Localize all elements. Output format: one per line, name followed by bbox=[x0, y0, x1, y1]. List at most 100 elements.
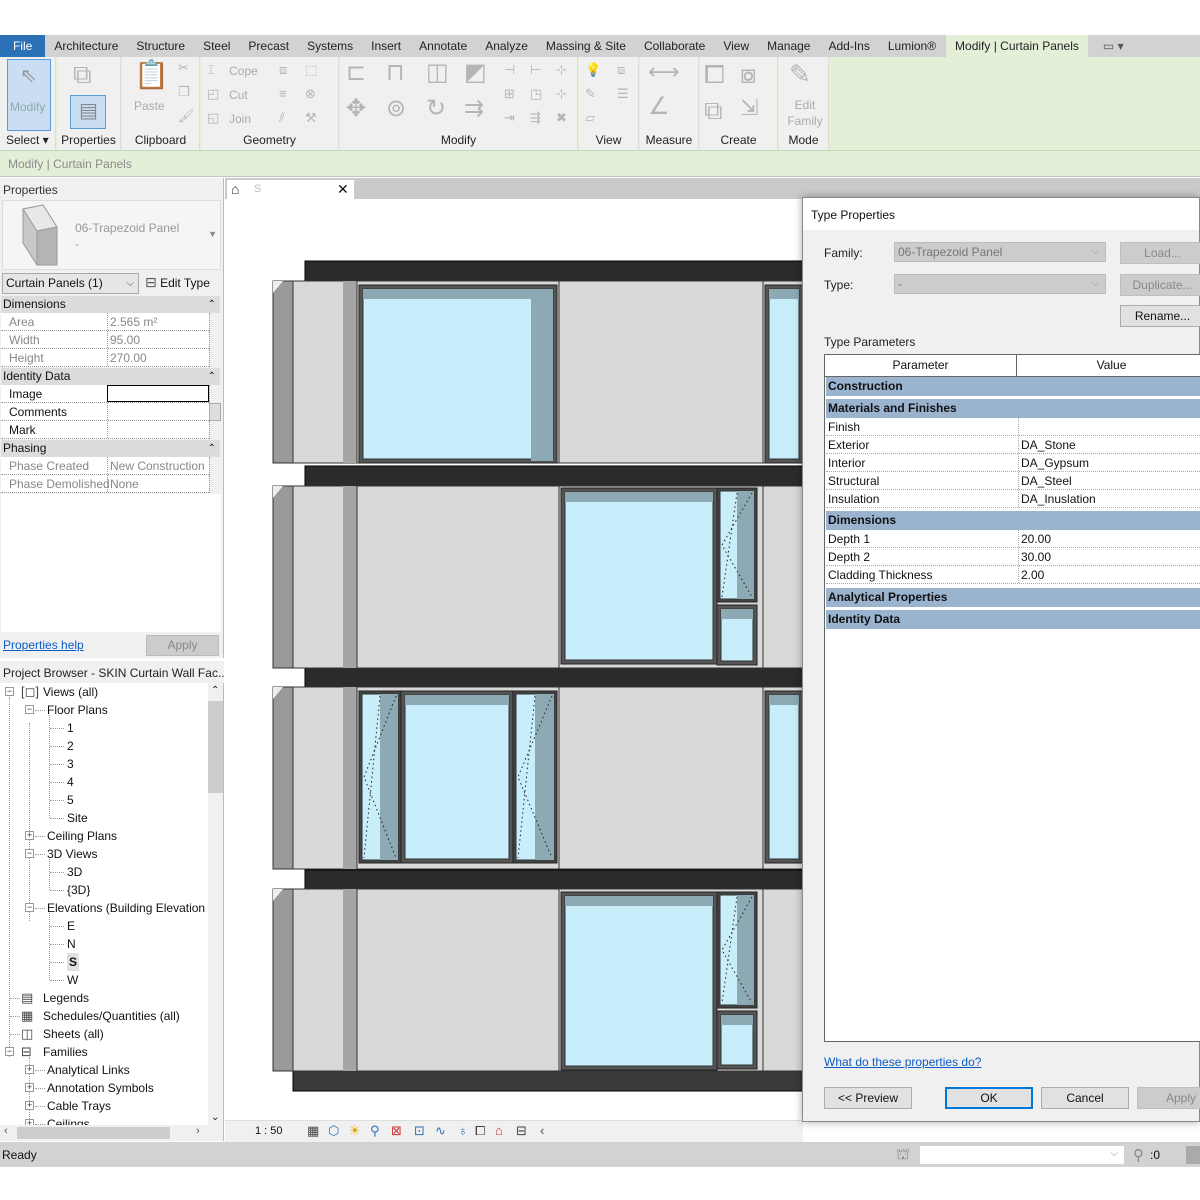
cut-geometry-button[interactable]: Cut bbox=[229, 88, 248, 102]
ribbon-tab-steel[interactable]: Steel bbox=[194, 35, 239, 57]
tree-families[interactable]: Families bbox=[43, 1043, 88, 1061]
temp-hide-icon[interactable]: ♁ bbox=[458, 1123, 468, 1138]
unlocked-3d-icon[interactable]: ∿ bbox=[435, 1123, 446, 1139]
edit-type-button[interactable]: ⊟ Edit Type bbox=[145, 273, 210, 294]
tree-elevation-s[interactable]: S bbox=[67, 953, 80, 971]
prop-row-image[interactable]: Image bbox=[1, 385, 210, 403]
mirror-draw-axis-icon[interactable]: ◩ bbox=[464, 61, 487, 85]
tree-floor-plan-site[interactable]: Site bbox=[67, 809, 88, 827]
match-type-icon[interactable]: 🖌 bbox=[178, 109, 195, 122]
expand-toggle-icon[interactable]: + bbox=[25, 1065, 34, 1074]
crop-region-icon[interactable]: ⊡ bbox=[414, 1123, 425, 1139]
ribbon-tab-view[interactable]: View bbox=[714, 35, 758, 57]
create-assembly-icon[interactable]: ⧠ bbox=[704, 61, 725, 87]
shadows-icon[interactable]: ⚲ bbox=[370, 1123, 380, 1139]
cut-geometry-icon[interactable]: ◰ bbox=[207, 87, 219, 100]
split-element-icon[interactable]: ⊣ bbox=[504, 63, 515, 76]
workset-dropdown[interactable]: ⌵ bbox=[920, 1146, 1124, 1164]
tree-views-all[interactable]: Views (all) bbox=[43, 683, 98, 701]
image-field[interactable] bbox=[107, 385, 209, 402]
join-roof-icon[interactable]: ≡ bbox=[279, 87, 287, 100]
mark-field[interactable] bbox=[107, 421, 209, 438]
instance-filter-dropdown[interactable]: Curtain Panels (1) ⌵ bbox=[2, 273, 139, 294]
param-row-interior[interactable]: Interior DA_Gypsum bbox=[826, 454, 1200, 472]
tree-floor-plan-3[interactable]: 3 bbox=[67, 755, 74, 773]
delete-icon[interactable]: ✖ bbox=[556, 111, 567, 124]
split-gap-icon[interactable]: ⊢ bbox=[530, 63, 541, 76]
worksets-icon[interactable]: ⛫ bbox=[896, 1146, 910, 1165]
tree-floor-plan-1[interactable]: 1 bbox=[67, 719, 74, 737]
ribbon-tab-annotate[interactable]: Annotate bbox=[410, 35, 476, 57]
view-tab-s[interactable]: ⌂ S ✕ bbox=[227, 180, 354, 199]
analytical-model-icon[interactable]: ⊟ bbox=[516, 1123, 527, 1139]
tree-3d-view-item[interactable]: {3D} bbox=[67, 881, 90, 899]
demolish-icon[interactable]: ⊗ bbox=[305, 87, 316, 100]
properties-apply-button[interactable]: Apply bbox=[146, 635, 219, 656]
section-identity-data[interactable]: Identity Data bbox=[826, 610, 1200, 629]
mirror-pick-axis-icon[interactable]: ◫ bbox=[426, 61, 449, 85]
edit-family-button[interactable]: Edit Family bbox=[787, 97, 823, 129]
param-row-finish[interactable]: Finish bbox=[826, 418, 1200, 436]
ribbon-tab-add-ins[interactable]: Add-Ins bbox=[819, 35, 878, 57]
tree-ceiling-plans[interactable]: Ceiling Plans bbox=[47, 827, 117, 845]
create-group-icon[interactable]: ⧉ bbox=[704, 97, 723, 123]
ribbon-tab-precast[interactable]: Precast bbox=[239, 35, 298, 57]
tree-family-annotation-symbols[interactable]: Annotation Symbols bbox=[47, 1079, 154, 1097]
tree-sheets[interactable]: Sheets (all) bbox=[43, 1025, 104, 1043]
tree-schedules[interactable]: Schedules/Quantities (all) bbox=[43, 1007, 180, 1025]
ribbon-tab-file[interactable]: File bbox=[0, 35, 46, 57]
rotate-icon[interactable]: ↻ bbox=[426, 97, 446, 121]
type-selector[interactable]: 06-Trapezoid Panel - ▼ bbox=[2, 200, 221, 270]
ribbon-tab-architecture[interactable]: Architecture bbox=[45, 35, 127, 57]
vertical-scrollbar[interactable]: ⌃ ⌄ bbox=[208, 683, 223, 1125]
section-identity-data[interactable]: Identity Data ⌃ bbox=[1, 368, 220, 385]
tree-legends[interactable]: Legends bbox=[43, 989, 89, 1007]
ribbon-tab-lumion[interactable]: Lumion® bbox=[879, 35, 945, 57]
tree-3d-views[interactable]: 3D Views bbox=[47, 845, 97, 863]
ribbon-tab-[interactable]: ▭ ▾ bbox=[1094, 35, 1133, 57]
preview-button[interactable]: << Preview bbox=[824, 1087, 912, 1109]
param-value[interactable]: 20.00 bbox=[1018, 530, 1200, 547]
join-button[interactable]: Join bbox=[229, 112, 251, 126]
cancel-button[interactable]: Cancel bbox=[1041, 1087, 1129, 1109]
edit-family-icon[interactable]: ✎ bbox=[789, 61, 811, 87]
create-parts-icon[interactable]: ⧇ bbox=[740, 61, 757, 87]
modify-button[interactable]: ⇖ Modify bbox=[7, 59, 51, 131]
join-icon[interactable]: ◱ bbox=[207, 111, 219, 124]
ribbon-tab-collaborate[interactable]: Collaborate bbox=[635, 35, 714, 57]
param-value[interactable]: DA_Steel bbox=[1018, 472, 1200, 489]
create-similar-icon[interactable]: ⇲ bbox=[740, 97, 758, 119]
hammer-icon[interactable]: ⚒ bbox=[305, 111, 317, 124]
angular-dimension-icon[interactable]: ∠ bbox=[648, 95, 670, 119]
view-scale[interactable]: 1 : 50 bbox=[255, 1125, 283, 1137]
horizontal-scrollbar[interactable]: ‹ › bbox=[0, 1125, 223, 1141]
param-row-cladding-thickness[interactable]: Cladding Thickness 2.00 bbox=[826, 566, 1200, 584]
param-row-insulation[interactable]: Insulation DA_Inuslation bbox=[826, 490, 1200, 508]
move-icon[interactable]: ✥ bbox=[346, 97, 366, 121]
measure-distance-icon[interactable]: ⟷ bbox=[648, 61, 680, 83]
tree-elevation-e[interactable]: E bbox=[67, 917, 75, 935]
tree-family-ceilings[interactable]: Ceilings bbox=[47, 1115, 90, 1125]
scale-icon[interactable]: ◳ bbox=[530, 87, 542, 100]
trim-single-icon[interactable]: ⇥ bbox=[504, 111, 515, 124]
comments-field[interactable] bbox=[107, 403, 209, 420]
pin-icon[interactable]: ⊹ bbox=[556, 87, 567, 100]
ribbon-tab-insert[interactable]: Insert bbox=[362, 35, 410, 57]
trim-extend-icon[interactable]: ⇉ bbox=[464, 97, 484, 121]
prop-row-mark[interactable]: Mark bbox=[1, 421, 210, 439]
section-construction[interactable]: Construction bbox=[826, 377, 1200, 396]
properties-button[interactable]: ▤ bbox=[70, 95, 106, 129]
param-value[interactable]: 2.00 bbox=[1018, 566, 1200, 583]
visual-style-icon[interactable]: ⬡ bbox=[328, 1123, 339, 1139]
temp-view-properties-icon[interactable]: ⌂ bbox=[495, 1123, 503, 1138]
hide-bulb-icon[interactable]: 💡 bbox=[585, 63, 601, 76]
section-analytical-properties[interactable]: Analytical Properties bbox=[826, 588, 1200, 607]
tree-floor-plan-4[interactable]: 4 bbox=[67, 773, 74, 791]
align-icon[interactable]: ⊏ bbox=[346, 61, 366, 85]
param-value[interactable]: DA_Stone bbox=[1018, 436, 1200, 453]
copy-icon[interactable]: ❐ bbox=[178, 85, 190, 98]
split-face-icon[interactable]: ⬚ bbox=[305, 63, 317, 76]
unpin-icon[interactable]: ⊹ bbox=[556, 63, 567, 76]
tree-floor-plans[interactable]: Floor Plans bbox=[47, 701, 108, 719]
ribbon-tab-structure[interactable]: Structure bbox=[127, 35, 194, 57]
